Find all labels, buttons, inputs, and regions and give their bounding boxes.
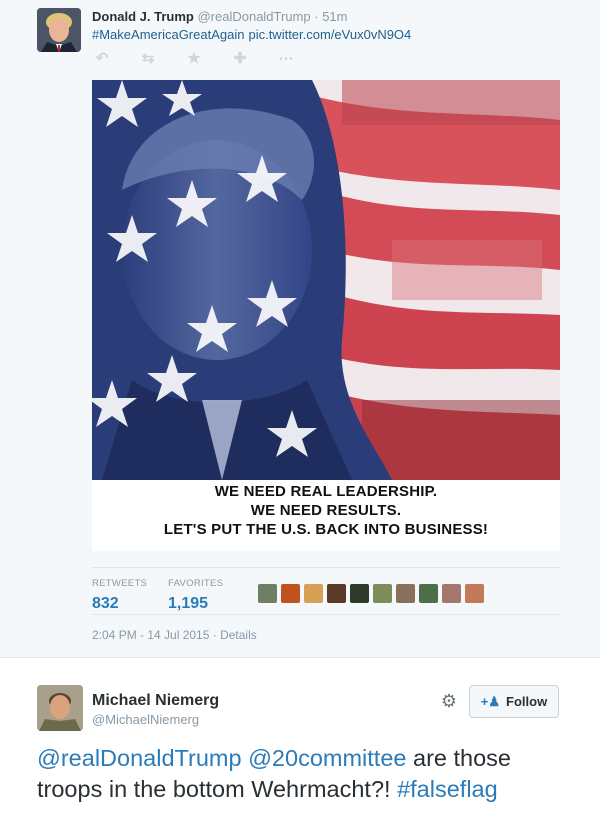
avatar[interactable]	[37, 8, 81, 52]
avatar[interactable]	[465, 584, 484, 603]
author-handle[interactable]: @realDonaldTrump	[197, 9, 310, 24]
avatar[interactable]	[304, 584, 323, 603]
avatar[interactable]	[281, 584, 300, 603]
reply-text-part: troops in the bottom Wehrmacht?!	[37, 776, 391, 802]
tweet-image[interactable]: WE NEED REAL LEADERSHIP. WE NEED RESULTS…	[92, 80, 560, 551]
reply-author-handle[interactable]: @MichaelNiemerg	[92, 712, 199, 727]
favorite-icon[interactable]: ★	[184, 50, 204, 68]
add-user-icon: +♟	[480, 693, 501, 709]
reply-tweet: Michael Niemerg @MichaelNiemerg ⚙ +♟ Foll…	[0, 658, 600, 814]
author-name[interactable]: Donald J. Trump	[92, 9, 194, 24]
avatar[interactable]	[258, 584, 277, 603]
favorites-label: FAVORITES	[168, 578, 224, 589]
image-slogan: WE NEED REAL LEADERSHIP. WE NEED RESULTS…	[92, 482, 560, 539]
more-icon[interactable]: ⋯	[276, 50, 296, 68]
hashtag-link[interactable]: #MakeAmericaGreatAgain	[92, 27, 244, 42]
details-link[interactable]: Details	[220, 628, 257, 642]
slogan-line: LET'S PUT THE U.S. BACK INTO BUSINESS!	[163, 521, 489, 538]
retweets-count: 832	[92, 595, 119, 612]
retweets-stat[interactable]: RETWEETS 832	[92, 578, 147, 613]
pic-link[interactable]: pic.twitter.com/eVux0vN9O4	[248, 27, 411, 42]
tweet-header: Donald J. Trump @realDonaldTrump · 51m	[92, 9, 347, 24]
slogan-line: WE NEED RESULTS.	[250, 502, 402, 519]
follow-icon[interactable]: ✚	[230, 50, 250, 68]
divider	[92, 614, 560, 615]
follow-button[interactable]: +♟ Follow	[469, 685, 559, 718]
timestamp[interactable]: 2:04 PM - 14 Jul 2015	[92, 628, 209, 642]
reply-icon[interactable]: ↶	[92, 50, 112, 68]
tweet-text: #MakeAmericaGreatAgain pic.twitter.com/eV…	[92, 27, 415, 42]
avatar[interactable]	[350, 584, 369, 603]
tweet-time[interactable]: · 51m	[314, 9, 347, 24]
gear-icon[interactable]: ⚙	[440, 692, 458, 710]
divider	[92, 567, 560, 568]
avatar[interactable]	[442, 584, 461, 603]
reply-text-part: are those	[413, 745, 511, 771]
avatar[interactable]	[373, 584, 392, 603]
retweets-label: RETWEETS	[92, 578, 148, 589]
embedded-tweet: Donald J. Trump @realDonaldTrump · 51m #…	[0, 0, 600, 658]
avatar[interactable]	[396, 584, 415, 603]
favoriter-avatars	[258, 584, 488, 603]
tweet-meta: 2:04 PM - 14 Jul 2015 · Details	[92, 628, 257, 642]
follow-label: Follow	[506, 694, 548, 709]
mention-link[interactable]: @realDonaldTrump	[37, 745, 242, 771]
avatar[interactable]	[37, 685, 83, 731]
favorites-count: 1,195	[168, 595, 209, 612]
avatar[interactable]	[327, 584, 346, 603]
mention-link[interactable]: @20committee	[248, 745, 406, 771]
reply-text: @realDonaldTrump @20committee are those …	[37, 743, 577, 805]
tweet-actions: ↶ ⇆ ★ ✚ ⋯	[92, 50, 322, 70]
reply-author-name[interactable]: Michael Niemerg	[92, 692, 219, 710]
slogan-line: WE NEED REAL LEADERSHIP.	[214, 483, 438, 500]
avatar[interactable]	[419, 584, 438, 603]
flag-portrait-graphic	[92, 80, 560, 480]
hashtag-link[interactable]: #falseflag	[397, 776, 498, 802]
favorites-stat[interactable]: FAVORITES 1,195	[168, 578, 223, 613]
retweet-icon[interactable]: ⇆	[138, 50, 158, 68]
